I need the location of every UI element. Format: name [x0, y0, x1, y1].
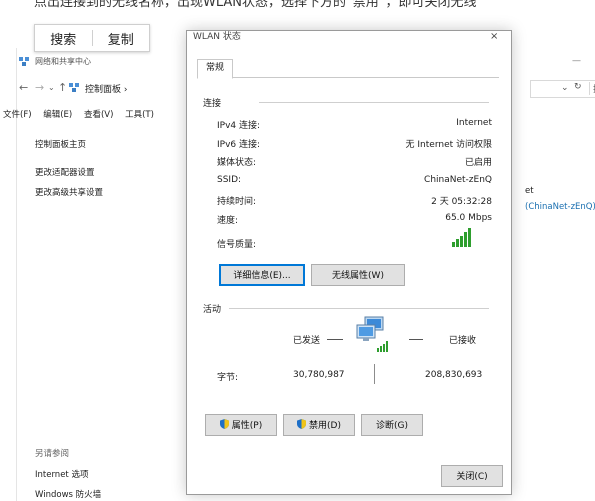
disable-button-label: 禁用(D): [309, 421, 341, 431]
forward-arrow-icon[interactable]: →: [35, 81, 44, 94]
media-state-value: 已启用: [464, 158, 492, 168]
menu-file[interactable]: 文件(F): [3, 110, 32, 120]
bytes-label: 字节:: [217, 373, 239, 383]
address-dropdown[interactable]: ⌄ ↻ 搜: [530, 80, 595, 98]
menu-tools[interactable]: 工具(T): [125, 110, 154, 120]
ipv6-label: IPv6 连接:: [217, 140, 261, 150]
bytes-received-value: 208,830,693: [425, 370, 483, 380]
connection-divider: [259, 102, 489, 103]
breadcrumb[interactable]: 控制面板 ›: [85, 82, 127, 95]
disable-button[interactable]: 禁用(D): [283, 414, 355, 436]
internet-options-link[interactable]: Internet 选项: [35, 468, 88, 480]
ssid-value: ChinaNet-zEnQ: [424, 175, 492, 185]
control-panel-title: 网络和共享中心: [35, 57, 91, 66]
media-state-label: 媒体状态:: [217, 158, 257, 168]
sidebar-home-link[interactable]: 控制面板主页: [35, 138, 86, 150]
uac-shield-icon: [297, 419, 307, 429]
connection-group-label: 连接: [203, 99, 222, 109]
bytes-sent-value: 30,780,987: [293, 370, 345, 380]
search-option[interactable]: 搜索: [35, 29, 92, 48]
wlan-status-dialog: WLAN 状态 × 常规 连接 IPv4 连接: Internet IPv6 连…: [186, 30, 512, 495]
dialog-close-icon[interactable]: ×: [490, 31, 498, 42]
ipv4-value: Internet: [456, 118, 492, 128]
wlan-link-fragment[interactable]: (ChinaNet-zEnQ): [525, 202, 595, 212]
menu-bar: 文件(F) 编辑(E) 查看(V) 工具(T): [3, 108, 163, 120]
refresh-icon[interactable]: ↻: [574, 82, 582, 92]
selection-context-popup: 搜索 复制: [34, 24, 150, 52]
signal-quality-label: 信号质量:: [217, 240, 257, 250]
received-dash: [409, 339, 423, 340]
minimize-button[interactable]: —: [572, 56, 581, 66]
sidebar-adapter-link[interactable]: 更改适配器设置: [35, 166, 95, 178]
article-text: 点出连接到的无线名称，出现WLAN状态，选择下方的“禁用”，即可关闭无线: [34, 0, 477, 10]
menu-view[interactable]: 查看(V): [84, 110, 113, 120]
network-computers-icon: [356, 316, 388, 352]
ssid-label: SSID:: [217, 175, 242, 185]
duration-label: 持续时间:: [217, 197, 257, 207]
recent-chevron-icon[interactable]: ⌄: [48, 83, 55, 92]
close-button[interactable]: 关闭(C): [441, 465, 503, 487]
menu-edit[interactable]: 编辑(E): [43, 110, 72, 120]
activity-divider: [229, 308, 489, 309]
signal-strength-icon: [452, 228, 471, 247]
properties-button-label: 属性(P): [231, 421, 263, 431]
uac-shield-icon: [219, 419, 229, 429]
see-also-label: 另请参阅: [35, 449, 70, 459]
duration-value: 2 天 05:32:28: [431, 197, 492, 207]
dropdown-chevron-icon[interactable]: ⌄: [561, 83, 569, 93]
sent-label: 已发送: [293, 336, 321, 346]
breadcrumb-network-icon: [69, 83, 79, 92]
activity-group-label: 活动: [203, 305, 222, 315]
received-label: 已接收: [449, 336, 477, 346]
copy-option[interactable]: 复制: [93, 29, 150, 48]
diagnose-button[interactable]: 诊断(G): [361, 414, 423, 436]
dialog-title: WLAN 状态: [193, 32, 241, 42]
tab-strip: 常规: [197, 57, 499, 79]
up-arrow-icon[interactable]: ↑: [58, 81, 67, 94]
ipv6-value: 无 Internet 访问权限: [405, 140, 492, 150]
sent-dash: [327, 339, 343, 340]
speed-value: 65.0 Mbps: [445, 213, 492, 223]
back-arrow-icon[interactable]: ←: [19, 81, 28, 94]
ipv4-label: IPv4 连接:: [217, 121, 261, 131]
network-center-icon: [19, 57, 29, 66]
properties-button[interactable]: 属性(P): [205, 414, 277, 436]
firewall-link[interactable]: Windows 防火墙: [35, 488, 101, 500]
bytes-divider: [374, 364, 375, 384]
network-name-fragment: et: [525, 186, 534, 196]
details-button[interactable]: 详细信息(E)...: [219, 264, 305, 286]
tab-general[interactable]: 常规: [197, 59, 233, 79]
wireless-properties-button[interactable]: 无线属性(W): [311, 264, 405, 286]
search-box-hint[interactable]: 搜: [589, 82, 595, 95]
sidebar-sharing-link[interactable]: 更改高级共享设置: [35, 186, 103, 198]
speed-label: 速度:: [217, 216, 239, 226]
